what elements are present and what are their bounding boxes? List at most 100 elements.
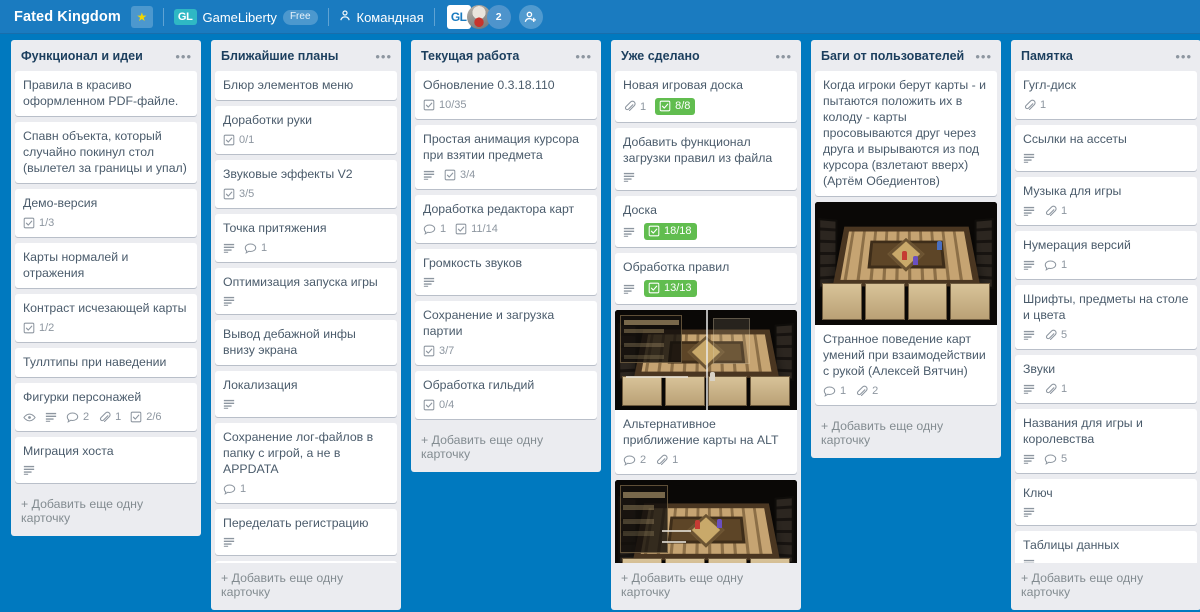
badge-description [23,464,35,476]
card[interactable]: Музыка для игры 1 [1015,177,1197,225]
add-card-button[interactable]: + Добавить еще одну карточку [611,563,801,608]
card[interactable]: Таблицы данных [1015,531,1197,563]
card[interactable]: Доработка редактора карт 1 11/14 [415,195,597,243]
card[interactable]: Правила в красиво оформленном PDF-файле. [15,71,197,116]
card[interactable]: Странное поведение карт умений при взаим… [815,202,997,405]
card[interactable]: Добавить функционал загрузки правил из ф… [615,128,797,190]
card-title: Сохранение и загрузка партии [423,308,555,338]
checklist-icon [648,225,660,237]
card[interactable]: Простая анимация курсора при взятии пред… [415,125,597,189]
card[interactable]: Обработка гильдий 0/4 [415,371,597,419]
list-menu-icon[interactable]: ••• [175,50,192,63]
badge-description [223,398,235,410]
add-card-button[interactable]: + Добавить еще одну карточку [211,563,401,608]
visibility-label: Командная [356,9,424,25]
card[interactable]: Сохранение лог-файлов в папку с игрой, а… [215,423,397,503]
card[interactable]: Оптимизация запуска игры [215,268,397,314]
badge-comment: 1 [823,384,846,398]
board-canvas: Функционал и идеи ••• Правила в красиво оф… [0,34,1200,612]
description-icon [623,171,635,183]
card[interactable]: Фигурки персонажей 2 1 2/6 [15,383,197,431]
badge-value: 1 [1061,259,1068,271]
comment-icon [66,411,79,424]
card-title: Точка притяжения [223,221,327,235]
list-menu-icon[interactable]: ••• [575,50,592,63]
description-icon [423,169,435,181]
card[interactable]: Туллтипы при наведении [15,348,197,377]
card[interactable]: Точка притяжения 1 [215,214,397,262]
list-title[interactable]: Баги от пользователей [821,49,964,64]
description-icon [223,295,235,307]
checklist-icon [223,188,235,200]
card[interactable]: Ключ [1015,479,1197,525]
card[interactable]: Ссылки на ассеты [1015,125,1197,171]
card-title: Переделать регистрацию [223,516,369,530]
list-title[interactable]: Текущая работа [421,49,519,64]
card-badges: 1 [1023,382,1189,396]
badge-description [423,169,435,181]
list-title[interactable]: Функционал и идеи [21,49,143,64]
add-card-button[interactable]: + Добавить еще одну карточку [411,425,601,470]
card[interactable]: Вывод дебажной инфы внизу экрана [215,320,397,365]
card-list: Блюр элементов меню Доработки руки 0/1 Звук… [211,71,401,563]
card[interactable]: Альтернативное приближение карты на ALT 2… [615,310,797,474]
card[interactable]: Новая игровая доска 1 8/8 [615,71,797,122]
card[interactable]: Названия для игры и королевства 5 [1015,409,1197,473]
card[interactable]: Контраст исчезающей карты 1/2 [15,294,197,342]
list-menu-icon[interactable]: ••• [375,50,392,63]
card[interactable]: Сохранение и загрузка партии 3/7 [415,301,597,365]
list-menu-icon[interactable]: ••• [1175,50,1192,63]
checklist-icon [423,99,435,111]
card[interactable]: Громкость звуков [415,249,597,295]
badge-attachment: 1 [1044,204,1067,218]
card-title: Ссылки на ассеты [1023,132,1127,146]
card[interactable]: Блюр элементов меню [215,71,397,100]
add-card-button[interactable]: + Добавить еще одну карточку [11,489,201,534]
card[interactable]: Звуковые эффекты V2 3/5 [215,160,397,208]
card[interactable]: Звуки 1 [1015,355,1197,403]
card[interactable]: Переделать регистрацию [215,509,397,555]
attachment-icon [1044,383,1057,396]
visibility-button[interactable]: Командная [339,10,424,25]
badge-value: 13/13 [664,282,692,294]
badge-checklist: 3/7 [423,344,454,358]
badge-checklist: 3/5 [223,187,254,201]
card[interactable]: Игровой чат12/2 [615,480,797,563]
list-menu-icon[interactable]: ••• [975,50,992,63]
add-member-icon[interactable] [518,5,543,29]
card[interactable]: Спавн объекта, который случайно покинул … [15,122,197,183]
badge-description [45,411,57,423]
star-button[interactable]: ★ [130,6,153,28]
list-title[interactable]: Памятка [1021,49,1073,64]
badge-value: 1 [1061,383,1068,395]
card[interactable]: Гугл-диск 1 [1015,71,1197,119]
badge-comment: 5 [1044,452,1067,466]
card[interactable]: Демо-версия 1/3 [15,189,197,237]
attachment-icon [1044,205,1057,218]
card[interactable]: Когда игроки берут карты - и пытаются по… [815,71,997,196]
checklist-icon [23,322,35,334]
card[interactable]: Нумерация версий 1 [1015,231,1197,279]
list-title[interactable]: Уже сделано [621,49,700,64]
badge-checklist: 18/18 [644,223,697,240]
team-chip[interactable]: GL GameLiberty Free [173,9,318,25]
card[interactable]: Локализация [215,371,397,417]
team-logo-icon: GL [173,9,197,25]
card[interactable]: Обработка правил 13/13 [615,253,797,304]
avatar[interactable]: 2 [486,5,511,29]
add-card-button[interactable]: + Добавить еще одну карточку [811,411,1001,456]
badge-checklist: 3/4 [444,168,475,182]
list-title[interactable]: Ближайшие планы [221,49,338,64]
list-menu-icon[interactable]: ••• [775,50,792,63]
add-card-button[interactable]: + Добавить еще одну карточку [1011,563,1200,608]
card[interactable]: Доска 18/18 [615,196,797,247]
card[interactable]: Миграция хоста [15,437,197,483]
card-cover-image [815,202,997,325]
comment-icon [623,454,636,467]
description-icon [1023,453,1035,465]
card[interactable]: Доработки руки 0/1 [215,106,397,154]
card[interactable]: Обновление 0.3.18.110 10/35 [415,71,597,119]
badge-description [1023,205,1035,217]
card[interactable]: Карты нормалей и отражения [15,243,197,288]
card[interactable]: Шрифты, предметы на столе и цвета 5 [1015,285,1197,349]
